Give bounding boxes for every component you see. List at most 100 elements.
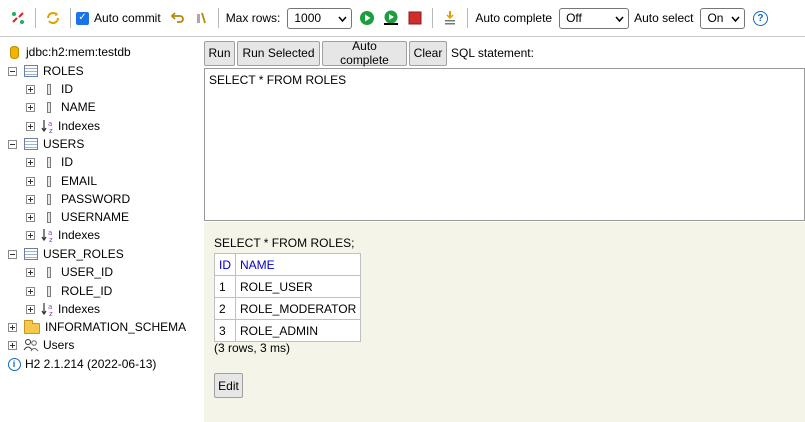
collapse-icon[interactable] (8, 139, 17, 149)
clear-button[interactable]: Clear (409, 40, 447, 66)
run-icon[interactable] (356, 7, 378, 29)
expand-icon[interactable] (26, 304, 35, 314)
table-row: 1 ROLE_USER (214, 275, 362, 298)
expand-icon[interactable] (26, 212, 35, 222)
auto-select-value: On (707, 11, 724, 25)
tree-table-user-roles[interactable]: USER_ROLES (8, 245, 124, 263)
tree-indexes[interactable]: az Indexes (26, 300, 100, 318)
tree-indexes[interactable]: az Indexes (26, 226, 100, 244)
rollback-icon[interactable] (166, 7, 188, 29)
tree-column[interactable]: USERNAME (26, 208, 129, 226)
tree-table-users[interactable]: USERS (8, 135, 84, 153)
refresh-icon[interactable] (42, 7, 64, 29)
result-statement: SELECT * FROM ROLES; (214, 236, 355, 250)
column-icon (41, 264, 57, 280)
tree-table-roles[interactable]: ROLES (8, 62, 84, 80)
expand-icon[interactable] (26, 194, 35, 204)
expand-icon[interactable] (26, 157, 35, 167)
commit-icon[interactable] (190, 7, 212, 29)
disconnect-icon[interactable] (7, 7, 29, 29)
schema-tree: jdbc:h2:mem:testdb ROLES ID NAME az Inde… (0, 38, 200, 422)
column-label: USERNAME (61, 210, 130, 224)
column-icon (41, 81, 57, 97)
column-label: EMAIL (61, 174, 98, 188)
index-sort-icon: az (41, 227, 57, 243)
expand-icon[interactable] (8, 322, 17, 332)
auto-commit-label: Auto commit (94, 11, 161, 25)
table-label: USER_ROLES (43, 247, 124, 261)
database-icon (6, 44, 22, 60)
auto-complete-button[interactable]: Auto complete (322, 39, 407, 67)
tree-column[interactable]: NAME (26, 98, 96, 116)
toolbar: ✓ Auto commit Max rows: 1000 Auto comple… (0, 0, 805, 37)
toolbar-separator (467, 8, 469, 28)
tree-schema[interactable]: INFORMATION_SCHEMA (8, 318, 186, 336)
table-icon (23, 246, 39, 262)
expand-icon[interactable] (26, 267, 35, 277)
index-sort-icon: az (41, 301, 57, 317)
tree-users[interactable]: Users (8, 336, 74, 354)
help-glyph: ? (752, 10, 768, 26)
table-header-row: ID NAME (214, 253, 362, 276)
table-icon (23, 63, 39, 79)
column-icon (41, 154, 57, 170)
svg-text:z: z (49, 310, 53, 317)
expand-icon[interactable] (26, 230, 35, 240)
tree-connection[interactable]: jdbc:h2:mem:testdb (6, 43, 131, 61)
tree-column[interactable]: ROLE_ID (26, 282, 112, 300)
tree-indexes[interactable]: az Indexes (26, 117, 100, 135)
svg-text:z: z (49, 127, 53, 134)
sql-statement-label: SQL statement: (451, 46, 534, 60)
sql-editor[interactable]: SELECT * FROM ROLES (204, 68, 805, 221)
history-icon[interactable] (439, 7, 461, 29)
tree-column[interactable]: EMAIL (26, 172, 97, 190)
help-icon[interactable]: ? (749, 7, 771, 29)
column-label: ID (61, 155, 73, 169)
column-label: ID (61, 82, 73, 96)
max-rows-select[interactable]: 1000 (287, 7, 353, 29)
query-button-bar: Run Run Selected Auto complete Clear SQL… (204, 39, 534, 67)
expand-icon[interactable] (26, 121, 35, 131)
collapse-icon[interactable] (8, 249, 17, 259)
table-icon (23, 136, 39, 152)
edit-button[interactable]: Edit (214, 373, 243, 398)
run-selected-icon[interactable] (380, 7, 402, 29)
version-label: H2 2.1.214 (2022-06-13) (25, 357, 157, 371)
auto-complete-select[interactable]: Off (559, 7, 630, 29)
column-label: USER_ID (61, 265, 114, 279)
table-cell: ROLE_USER (234, 275, 362, 298)
max-rows-label: Max rows: (225, 11, 281, 25)
max-rows-value: 1000 (294, 11, 322, 25)
table-cell: 2 (214, 297, 236, 320)
connection-label: jdbc:h2:mem:testdb (26, 45, 131, 59)
toolbar-separator (35, 8, 36, 28)
expand-icon[interactable] (26, 84, 35, 94)
table-cell: 3 (214, 319, 236, 342)
run-button[interactable]: Run (204, 40, 235, 66)
auto-select-label: Auto select (634, 11, 694, 25)
tree-column[interactable]: ID (26, 80, 73, 98)
column-icon (41, 99, 57, 115)
auto-select-select[interactable]: On (700, 7, 746, 29)
chevron-down-icon (731, 11, 741, 25)
stop-icon[interactable] (404, 7, 426, 29)
indexes-label: Indexes (58, 302, 101, 316)
tree-column[interactable]: USER_ID (26, 263, 113, 281)
column-icon (41, 209, 57, 225)
table-cell: ROLE_ADMIN (234, 319, 362, 342)
collapse-icon[interactable] (8, 66, 17, 76)
auto-commit-checkbox[interactable]: ✓ (76, 11, 89, 25)
column-header-name[interactable]: NAME (234, 253, 362, 276)
result-count: (3 rows, 3 ms) (214, 341, 291, 355)
tree-column[interactable]: PASSWORD (26, 190, 130, 208)
run-selected-button[interactable]: Run Selected (237, 40, 320, 66)
expand-icon[interactable] (26, 176, 35, 186)
expand-icon[interactable] (26, 102, 35, 112)
toolbar-separator (70, 8, 71, 28)
expand-icon[interactable] (8, 340, 17, 350)
tree-column[interactable]: ID (26, 153, 73, 171)
table-label: USERS (43, 137, 85, 151)
column-header-id[interactable]: ID (214, 253, 236, 276)
expand-icon[interactable] (26, 286, 35, 296)
column-icon (41, 191, 57, 207)
